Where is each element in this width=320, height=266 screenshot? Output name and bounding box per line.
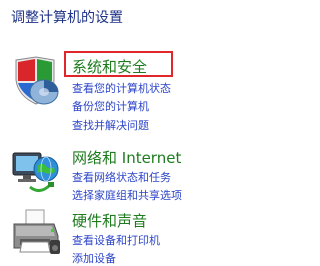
category-title-network-internet[interactable]: 网络和 Internet [72,147,181,168]
printer-icon[interactable] [10,206,62,258]
link-find-fix-problems[interactable]: 查找并解决问题 [72,117,149,133]
category-title-hardware-sound[interactable]: 硬件和声音 [72,210,147,231]
link-homegroup-sharing[interactable]: 选择家庭组和共享选项 [72,187,182,203]
link-view-network-status[interactable]: 查看网络状态和任务 [72,169,171,185]
category-hardware-sound: 硬件和声音 查看设备和打印机 添加设备 [0,0,298,265]
link-backup-computer[interactable]: 备份您的计算机 [72,98,149,114]
link-devices-printers[interactable]: 查看设备和打印机 [72,232,160,248]
network-globe-icon[interactable] [10,145,62,197]
link-view-computer-status[interactable]: 查看您的计算机状态 [72,80,171,96]
